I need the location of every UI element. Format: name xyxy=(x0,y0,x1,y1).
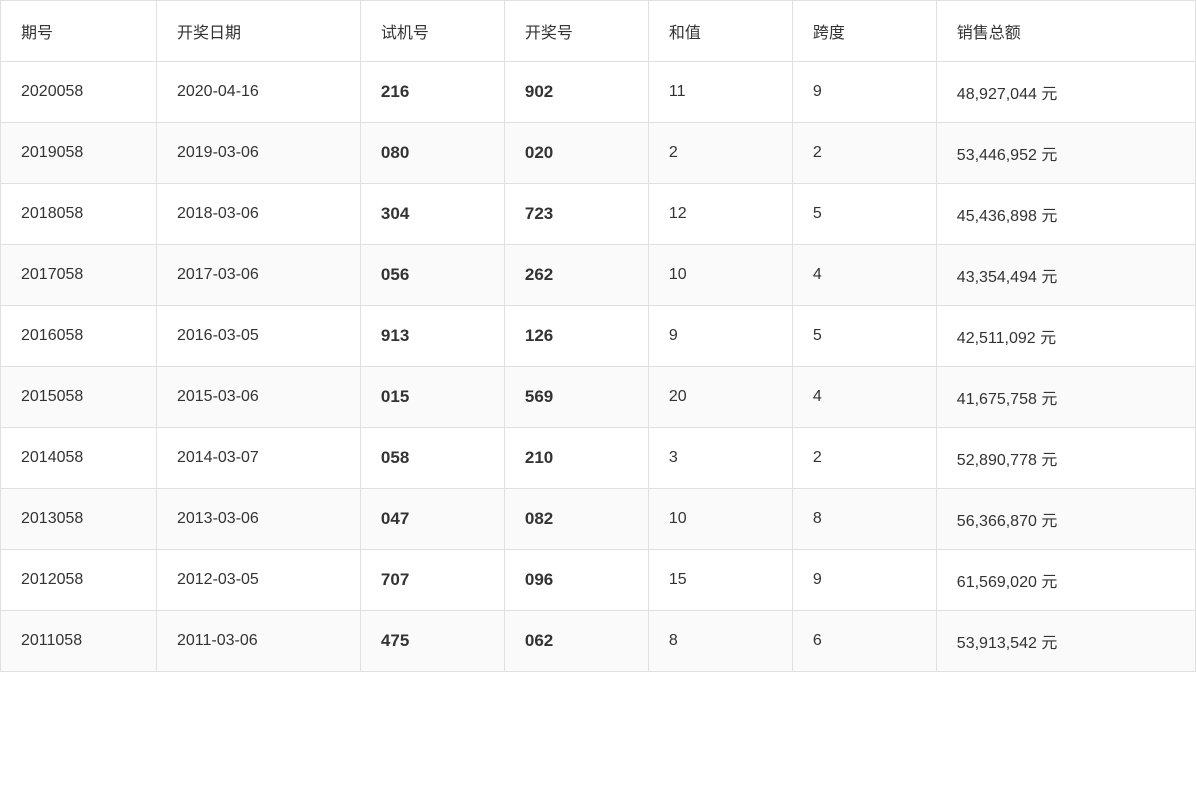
header-span: 跨度 xyxy=(792,1,936,62)
cell-date: 2011-03-06 xyxy=(156,611,360,672)
header-draw: 开奖号 xyxy=(504,1,648,62)
table-row: 20200582020-04-1621690211948,927,044 元 xyxy=(1,62,1196,123)
cell-span: 2 xyxy=(792,123,936,184)
cell-period: 2017058 xyxy=(1,245,157,306)
cell-span: 4 xyxy=(792,367,936,428)
cell-period: 2011058 xyxy=(1,611,157,672)
cell-sum: 3 xyxy=(648,428,792,489)
cell-trial: 707 xyxy=(360,550,504,611)
cell-sales: 42,511,092 元 xyxy=(936,306,1195,367)
cell-span: 6 xyxy=(792,611,936,672)
header-period: 期号 xyxy=(1,1,157,62)
cell-date: 2018-03-06 xyxy=(156,184,360,245)
table-row: 20180582018-03-0630472312545,436,898 元 xyxy=(1,184,1196,245)
cell-draw: 020 xyxy=(504,123,648,184)
cell-trial: 015 xyxy=(360,367,504,428)
cell-sales: 53,446,952 元 xyxy=(936,123,1195,184)
cell-span: 2 xyxy=(792,428,936,489)
cell-draw: 902 xyxy=(504,62,648,123)
cell-trial: 080 xyxy=(360,123,504,184)
cell-span: 4 xyxy=(792,245,936,306)
table-row: 20130582013-03-0604708210856,366,870 元 xyxy=(1,489,1196,550)
lottery-table: 期号 开奖日期 试机号 开奖号 和值 跨度 销售总额 20200582020-0… xyxy=(0,0,1196,672)
header-trial: 试机号 xyxy=(360,1,504,62)
cell-sales: 41,675,758 元 xyxy=(936,367,1195,428)
cell-draw: 723 xyxy=(504,184,648,245)
cell-date: 2013-03-06 xyxy=(156,489,360,550)
cell-sum: 15 xyxy=(648,550,792,611)
header-sales: 销售总额 xyxy=(936,1,1195,62)
cell-sales: 48,927,044 元 xyxy=(936,62,1195,123)
cell-date: 2016-03-05 xyxy=(156,306,360,367)
cell-period: 2020058 xyxy=(1,62,157,123)
cell-trial: 047 xyxy=(360,489,504,550)
cell-trial: 475 xyxy=(360,611,504,672)
cell-sum: 9 xyxy=(648,306,792,367)
cell-sum: 10 xyxy=(648,489,792,550)
cell-sum: 10 xyxy=(648,245,792,306)
cell-span: 9 xyxy=(792,550,936,611)
cell-span: 5 xyxy=(792,306,936,367)
cell-sales: 45,436,898 元 xyxy=(936,184,1195,245)
table-row: 20190582019-03-060800202253,446,952 元 xyxy=(1,123,1196,184)
cell-sum: 2 xyxy=(648,123,792,184)
cell-date: 2017-03-06 xyxy=(156,245,360,306)
cell-period: 2016058 xyxy=(1,306,157,367)
table-row: 20120582012-03-0570709615961,569,020 元 xyxy=(1,550,1196,611)
cell-sum: 8 xyxy=(648,611,792,672)
cell-period: 2013058 xyxy=(1,489,157,550)
table-row: 20160582016-03-059131269542,511,092 元 xyxy=(1,306,1196,367)
cell-period: 2012058 xyxy=(1,550,157,611)
cell-sales: 43,354,494 元 xyxy=(936,245,1195,306)
cell-draw: 062 xyxy=(504,611,648,672)
cell-date: 2019-03-06 xyxy=(156,123,360,184)
cell-sum: 11 xyxy=(648,62,792,123)
cell-sales: 52,890,778 元 xyxy=(936,428,1195,489)
cell-sales: 61,569,020 元 xyxy=(936,550,1195,611)
cell-trial: 058 xyxy=(360,428,504,489)
cell-date: 2020-04-16 xyxy=(156,62,360,123)
cell-trial: 913 xyxy=(360,306,504,367)
table-row: 20150582015-03-0601556920441,675,758 元 xyxy=(1,367,1196,428)
cell-date: 2012-03-05 xyxy=(156,550,360,611)
header-sum: 和值 xyxy=(648,1,792,62)
cell-date: 2015-03-06 xyxy=(156,367,360,428)
cell-sales: 53,913,542 元 xyxy=(936,611,1195,672)
cell-period: 2019058 xyxy=(1,123,157,184)
table-row: 20140582014-03-070582103252,890,778 元 xyxy=(1,428,1196,489)
cell-span: 8 xyxy=(792,489,936,550)
cell-trial: 304 xyxy=(360,184,504,245)
table-row: 20110582011-03-064750628653,913,542 元 xyxy=(1,611,1196,672)
cell-draw: 126 xyxy=(504,306,648,367)
cell-trial: 216 xyxy=(360,62,504,123)
cell-sum: 12 xyxy=(648,184,792,245)
cell-sales: 56,366,870 元 xyxy=(936,489,1195,550)
cell-draw: 096 xyxy=(504,550,648,611)
header-date: 开奖日期 xyxy=(156,1,360,62)
cell-period: 2014058 xyxy=(1,428,157,489)
cell-date: 2014-03-07 xyxy=(156,428,360,489)
cell-span: 9 xyxy=(792,62,936,123)
table-row: 20170582017-03-0605626210443,354,494 元 xyxy=(1,245,1196,306)
table-header-row: 期号 开奖日期 试机号 开奖号 和值 跨度 销售总额 xyxy=(1,1,1196,62)
cell-draw: 569 xyxy=(504,367,648,428)
cell-draw: 262 xyxy=(504,245,648,306)
cell-period: 2015058 xyxy=(1,367,157,428)
cell-draw: 210 xyxy=(504,428,648,489)
cell-draw: 082 xyxy=(504,489,648,550)
cell-sum: 20 xyxy=(648,367,792,428)
cell-trial: 056 xyxy=(360,245,504,306)
cell-period: 2018058 xyxy=(1,184,157,245)
cell-span: 5 xyxy=(792,184,936,245)
